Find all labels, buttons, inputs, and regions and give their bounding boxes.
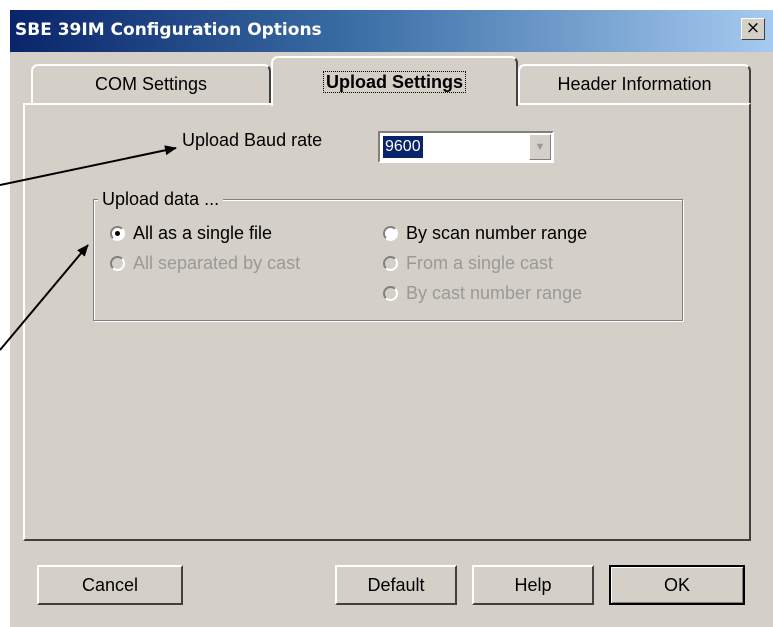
annotation-arrow-baud	[0, 145, 177, 186]
annotation-arrows	[0, 145, 177, 351]
annotation-arrow-upload-data	[0, 244, 89, 351]
